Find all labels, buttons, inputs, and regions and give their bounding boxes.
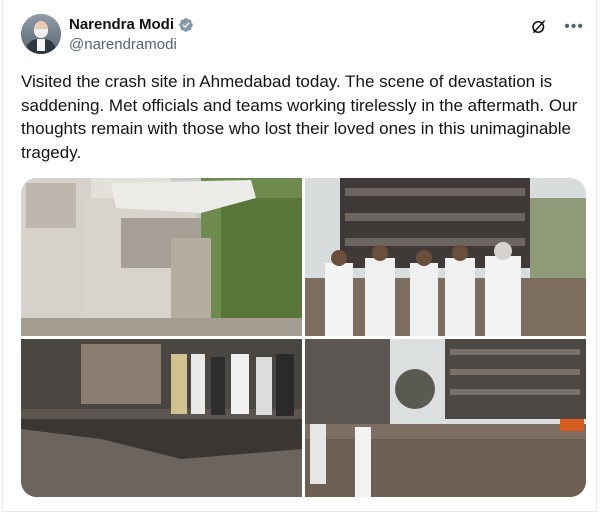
- photo-1[interactable]: [21, 178, 302, 336]
- verified-badge-icon: [179, 17, 193, 32]
- author-name-row: Narendra Modi: [69, 16, 194, 33]
- photo-2[interactable]: [305, 178, 586, 336]
- photo-3[interactable]: [21, 339, 302, 497]
- author-display-name[interactable]: Narendra Modi: [69, 16, 174, 33]
- avatar[interactable]: [21, 14, 61, 54]
- author-handle[interactable]: @narendramodi: [69, 36, 177, 53]
- photo-4[interactable]: [305, 339, 586, 497]
- grok-icon[interactable]: [530, 18, 548, 36]
- post-text: Visited the crash site in Ahmedabad toda…: [21, 72, 582, 162]
- more-options-icon[interactable]: •••: [564, 19, 584, 35]
- post-header: Narendra Modi @narendramodi •••: [21, 14, 584, 58]
- post-card: Narendra Modi @narendramodi ••• Visited …: [2, 0, 597, 512]
- header-actions: •••: [530, 18, 584, 36]
- media-grid: [21, 178, 586, 497]
